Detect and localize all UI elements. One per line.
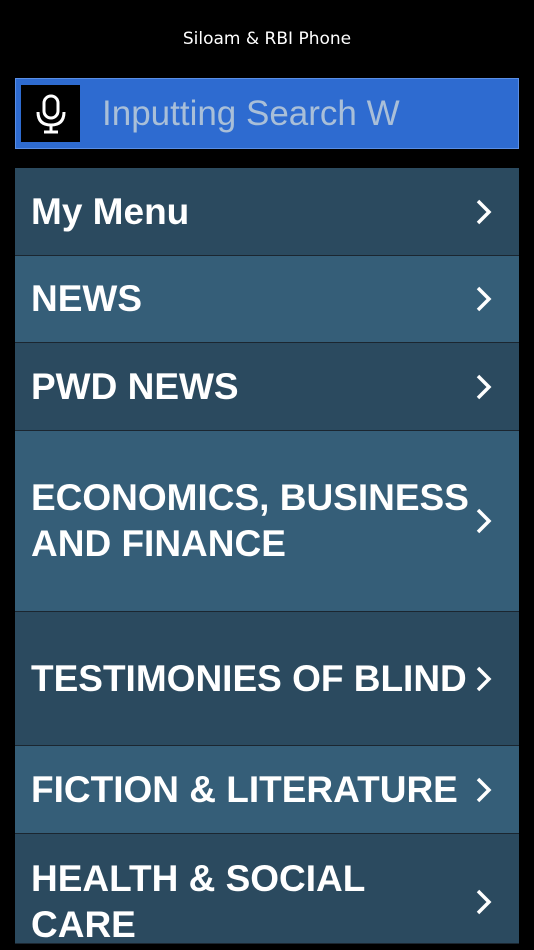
menu-item-label: PWD NEWS (31, 365, 239, 407)
chevron-right-icon (476, 508, 492, 534)
menu-item-label: ECONOMICS, BUSINESS AND FINANCE (31, 477, 469, 564)
menu-item-my-menu[interactable]: My Menu (15, 168, 519, 256)
chevron-right-icon (476, 286, 492, 312)
chevron-right-icon (476, 777, 492, 802)
menu-item-health[interactable]: HEALTH & SOCIAL CARE (15, 834, 519, 945)
menu-item-news[interactable]: NEWS (15, 256, 519, 343)
app-title: Siloam & RBI Phone (182, 29, 352, 49)
menu-item-economics[interactable]: ECONOMICS, BUSINESS AND FINANCE (15, 431, 519, 612)
chevron-right-icon (476, 199, 492, 224)
menu-item-label: TESTIMONIES OF BLIND (31, 657, 467, 699)
category-menu: My Menu NEWS PWD NEWS ECONOMICS, BUSINES… (15, 168, 519, 945)
menu-item-fiction[interactable]: FICTION & LITERATURE (15, 746, 519, 834)
chevron-right-icon (476, 889, 492, 915)
search-bar (15, 78, 519, 149)
menu-item-label: NEWS (31, 278, 142, 319)
microphone-icon[interactable] (21, 85, 80, 142)
menu-item-label: HEALTH & SOCIAL CARE (31, 858, 365, 945)
menu-item-label: My Menu (31, 190, 190, 232)
menu-item-label: FICTION & LITERATURE (31, 768, 458, 810)
search-input[interactable] (102, 79, 512, 148)
menu-item-testimonies[interactable]: TESTIMONIES OF BLIND (15, 612, 519, 746)
chevron-right-icon (476, 666, 492, 691)
chevron-right-icon (476, 374, 492, 399)
menu-item-pwd-news[interactable]: PWD NEWS (15, 343, 519, 431)
